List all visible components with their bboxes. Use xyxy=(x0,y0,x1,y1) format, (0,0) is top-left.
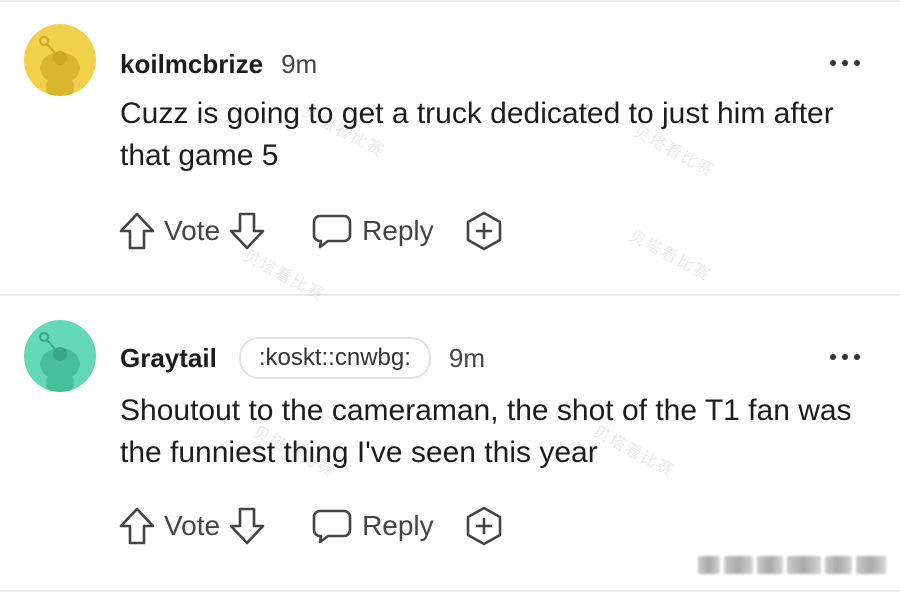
more-dot xyxy=(854,60,860,66)
comment-1: koilmcbrize 9m Cuzz is going to get a tr… xyxy=(0,0,900,296)
arrow-down-icon xyxy=(229,507,265,545)
more-dot xyxy=(854,354,860,360)
comment-actions: Vote Reply xyxy=(118,504,504,548)
username[interactable]: Graytail xyxy=(120,343,217,374)
award-button[interactable] xyxy=(464,211,504,251)
username[interactable]: koilmcbrize xyxy=(120,49,263,80)
timestamp: 9m xyxy=(448,342,486,373)
downvote-button[interactable] xyxy=(228,506,266,546)
more-dot xyxy=(842,60,848,66)
award-plus-icon xyxy=(466,211,501,251)
downvote-button[interactable] xyxy=(228,211,266,251)
arrow-up-icon xyxy=(119,212,155,250)
more-options-button[interactable] xyxy=(830,352,860,362)
avatar[interactable] xyxy=(24,24,96,96)
bottom-divider xyxy=(0,590,900,592)
award-plus-icon xyxy=(466,506,501,546)
comment-thread: koilmcbrize 9m Cuzz is going to get a tr… xyxy=(0,0,900,593)
user-flair: :koskt::cnwbg: xyxy=(238,337,431,379)
vote-label: Vote xyxy=(164,510,221,541)
more-dots-icon xyxy=(830,354,836,360)
comment-body: Shoutout to the cameraman, the shot of t… xyxy=(120,394,852,469)
comment-2: Graytail :koskt::cnwbg: 9m Shoutout to t… xyxy=(0,296,900,593)
comment-body: Cuzz is going to get a truck dedicated t… xyxy=(120,97,834,172)
avatar[interactable] xyxy=(24,320,96,392)
vote-label: Vote xyxy=(164,215,221,246)
more-dot xyxy=(842,354,848,360)
upvote-button[interactable] xyxy=(118,211,156,251)
reply-label: Reply xyxy=(362,215,434,246)
snoo-avatar-icon xyxy=(24,320,96,392)
arrow-up-icon xyxy=(119,507,155,545)
more-options-button[interactable] xyxy=(830,58,860,68)
award-button[interactable] xyxy=(464,506,504,546)
upvote-button[interactable] xyxy=(118,506,156,546)
snoo-avatar-icon xyxy=(24,24,96,96)
timestamp: 9m xyxy=(281,48,318,79)
comment-meta: koilmcbrize 9m xyxy=(120,44,317,84)
reply-label: Reply xyxy=(362,510,434,541)
speech-bubble-icon xyxy=(312,509,352,544)
arrow-down-icon xyxy=(229,212,265,250)
reply-button[interactable]: Reply xyxy=(312,508,434,544)
reply-button[interactable]: Reply xyxy=(312,213,434,249)
comment-actions: Vote Reply xyxy=(118,209,504,253)
more-dots-icon xyxy=(830,60,836,66)
comment-meta: Graytail :koskt::cnwbg: 9m xyxy=(120,337,486,379)
speech-bubble-icon xyxy=(312,214,352,249)
blurred-watermark xyxy=(698,551,886,579)
